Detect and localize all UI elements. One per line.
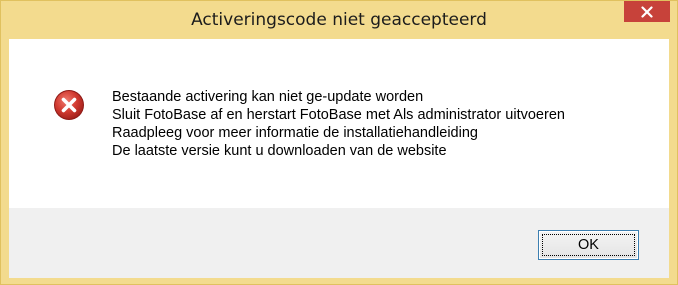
dialog-title: Activeringscode niet geaccepteerd bbox=[191, 10, 487, 30]
message-area: Bestaande activering kan niet ge-update … bbox=[9, 39, 669, 208]
error-message: Bestaande activering kan niet ge-update … bbox=[112, 88, 565, 160]
button-area: OK bbox=[9, 208, 669, 278]
dialog-window: Activeringscode niet geaccepteerd Bestaa… bbox=[0, 0, 678, 285]
message-line: Raadpleeg voor meer informatie de instal… bbox=[112, 125, 478, 141]
ok-button-label: OK bbox=[578, 237, 599, 253]
ok-button[interactable]: OK bbox=[538, 230, 639, 260]
dialog-body: Bestaande activering kan niet ge-update … bbox=[9, 39, 669, 278]
close-button[interactable] bbox=[624, 1, 670, 22]
title-bar[interactable]: Activeringscode niet geaccepteerd bbox=[1, 1, 677, 39]
message-line: Bestaande activering kan niet ge-update … bbox=[112, 89, 424, 105]
message-line: De laatste versie kunt u downloaden van … bbox=[112, 143, 447, 159]
message-line: Sluit FotoBase af en herstart FotoBase m… bbox=[112, 107, 565, 123]
error-icon bbox=[54, 90, 84, 120]
close-icon bbox=[641, 5, 653, 18]
